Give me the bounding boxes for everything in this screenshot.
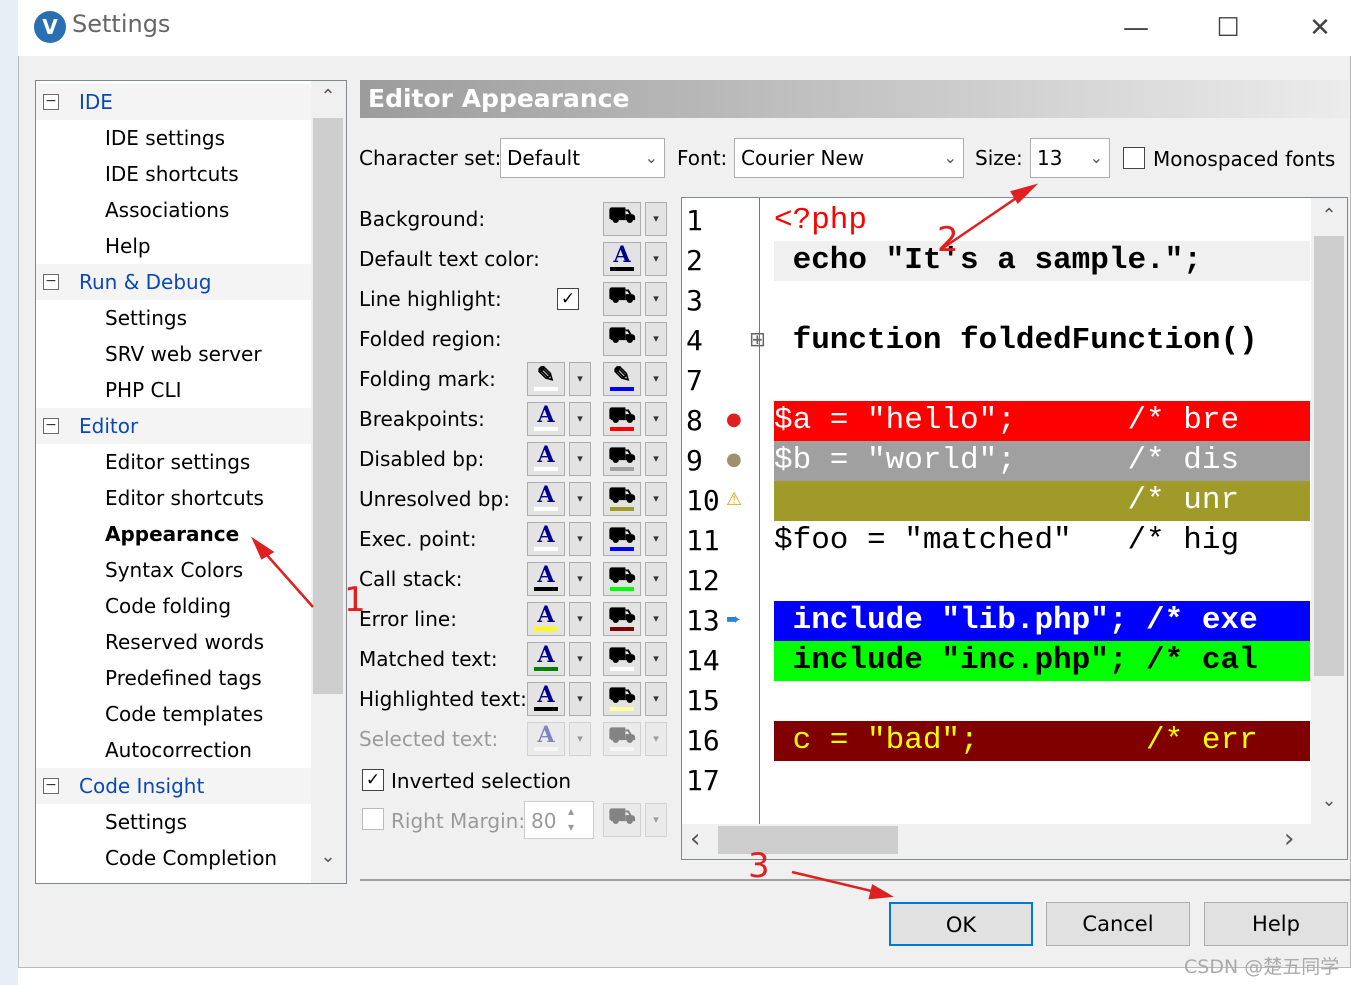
annotation-arrow-3-head [868, 884, 894, 900]
watermark-footer: CSDN @楚五同学 [1184, 956, 1340, 978]
annotation-arrow-2-head [1010, 183, 1039, 205]
annotation-arrow-1-head [251, 536, 275, 560]
annotation-arrow-3 [791, 870, 885, 896]
annotation-arrows [251, 183, 1039, 900]
